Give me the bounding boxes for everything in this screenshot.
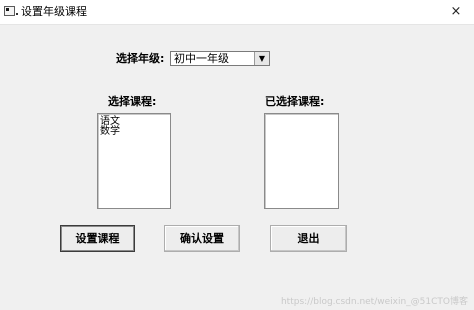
set-courses-button[interactable]: 设置课程	[60, 225, 135, 252]
selected-courses-label: 已选择课程:	[265, 95, 325, 108]
courses-label: 选择课程:	[108, 95, 157, 108]
exit-button[interactable]: 退出	[270, 225, 347, 252]
app-icon-badge	[16, 13, 18, 15]
courses-listbox[interactable]: 语文 数学	[97, 113, 171, 209]
selected-courses-listbox[interactable]	[264, 113, 339, 209]
list-item[interactable]: 数学	[98, 127, 170, 137]
chevron-down-icon[interactable]: ▼	[254, 52, 269, 65]
dialog-window: 设置年级课程 × 选择年级: 初中一年级 ▼ 选择课程: 语文 数学 已选择课程…	[0, 0, 474, 310]
close-button[interactable]: ×	[438, 0, 474, 24]
grade-select[interactable]: 初中一年级 ▼	[170, 51, 270, 66]
window-title: 设置年级课程	[21, 5, 87, 18]
confirm-settings-button[interactable]: 确认设置	[164, 225, 240, 252]
title-bar[interactable]: 设置年级课程 ×	[0, 0, 474, 25]
grade-select-value: 初中一年级	[174, 52, 229, 65]
watermark: https://blog.csdn.net/weixin_@51CTO博客	[280, 297, 468, 307]
grade-label: 选择年级:	[116, 52, 165, 65]
app-icon	[4, 6, 15, 16]
